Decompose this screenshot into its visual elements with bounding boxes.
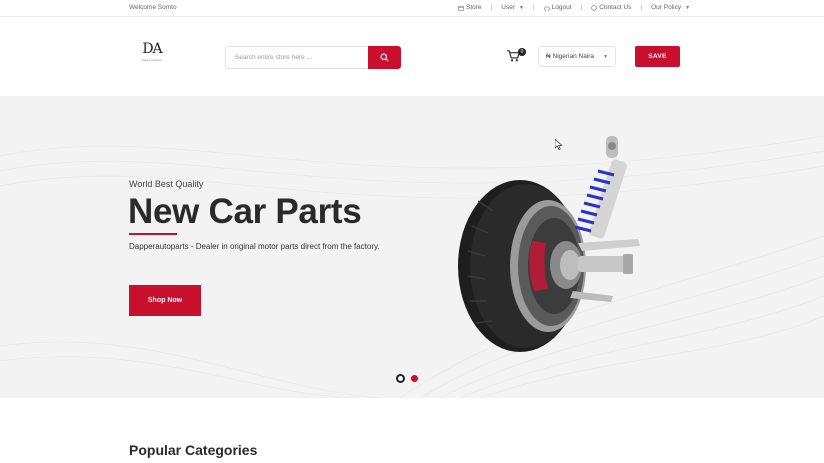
save-button[interactable]: SAVE — [635, 46, 680, 67]
contact-icon — [591, 4, 597, 11]
top-nav: Store | User ▼ | Logout | Contact Us | O… — [458, 4, 690, 11]
currency-select[interactable]: ₦ Nigerian Naira ▼ — [538, 46, 616, 67]
mouse-cursor — [554, 137, 563, 155]
wheel-suspension-image — [458, 136, 640, 352]
hero-wave-background — [0, 135, 824, 398]
logo-mark: DA — [142, 41, 162, 57]
hero-banner: World Best Quality New Car Parts Dappera… — [0, 96, 824, 398]
logout-link-label: Logout — [551, 4, 572, 11]
shop-now-button[interactable]: Shop Now — [129, 285, 201, 316]
hero-eyebrow: World Best Quality — [129, 179, 204, 189]
welcome-text: Welcome Somto — [129, 4, 177, 11]
title-underline — [129, 233, 177, 235]
nav-divider: | — [532, 4, 535, 11]
search-button[interactable] — [368, 46, 401, 69]
power-icon — [543, 5, 550, 11]
user-dropdown-label: User — [501, 4, 515, 11]
store-icon — [458, 5, 464, 11]
hero-title: New Car Parts — [128, 192, 362, 231]
search-bar — [225, 46, 401, 69]
user-dropdown[interactable]: User ▼ — [501, 4, 524, 11]
nav-divider: | — [580, 4, 583, 11]
carousel-dots — [396, 374, 418, 383]
chevron-down-icon: ▼ — [518, 4, 524, 11]
nav-divider: | — [640, 4, 643, 11]
search-icon — [380, 53, 389, 62]
carousel-dot-1[interactable] — [396, 374, 405, 383]
contact-link-label: Contact Us — [599, 4, 632, 11]
logout-link[interactable]: Logout — [543, 4, 572, 11]
chevron-down-icon: ▼ — [685, 4, 691, 11]
site-logo[interactable]: DA Dapper Autoparts — [137, 40, 167, 70]
site-header: DA Dapper Autoparts 0 ₦ Nigerian Naira ▼… — [0, 28, 824, 86]
policy-dropdown[interactable]: Our Policy ▼ — [651, 4, 690, 11]
contact-link[interactable]: Contact Us — [591, 4, 631, 11]
store-link-label: Store — [466, 4, 482, 11]
top-bar: Welcome Somto Store | User ▼ | Logout | … — [0, 0, 824, 17]
nav-divider: | — [490, 4, 493, 11]
currency-value: ₦ Nigerian Naira — [546, 53, 595, 60]
policy-dropdown-label: Our Policy — [651, 4, 682, 11]
cart-count-badge: 0 — [518, 48, 526, 56]
cart-button[interactable]: 0 — [506, 48, 526, 66]
popular-categories-heading: Popular Categories — [129, 442, 258, 458]
carousel-dot-2[interactable] — [411, 375, 418, 382]
store-link[interactable]: Store — [458, 4, 482, 11]
search-input[interactable] — [225, 46, 368, 69]
hero-description: Dapperautoparts - Dealer in original mot… — [129, 242, 380, 251]
logo-tagline: Dapper Autoparts — [142, 59, 162, 62]
chevron-down-icon: ▼ — [603, 53, 608, 60]
